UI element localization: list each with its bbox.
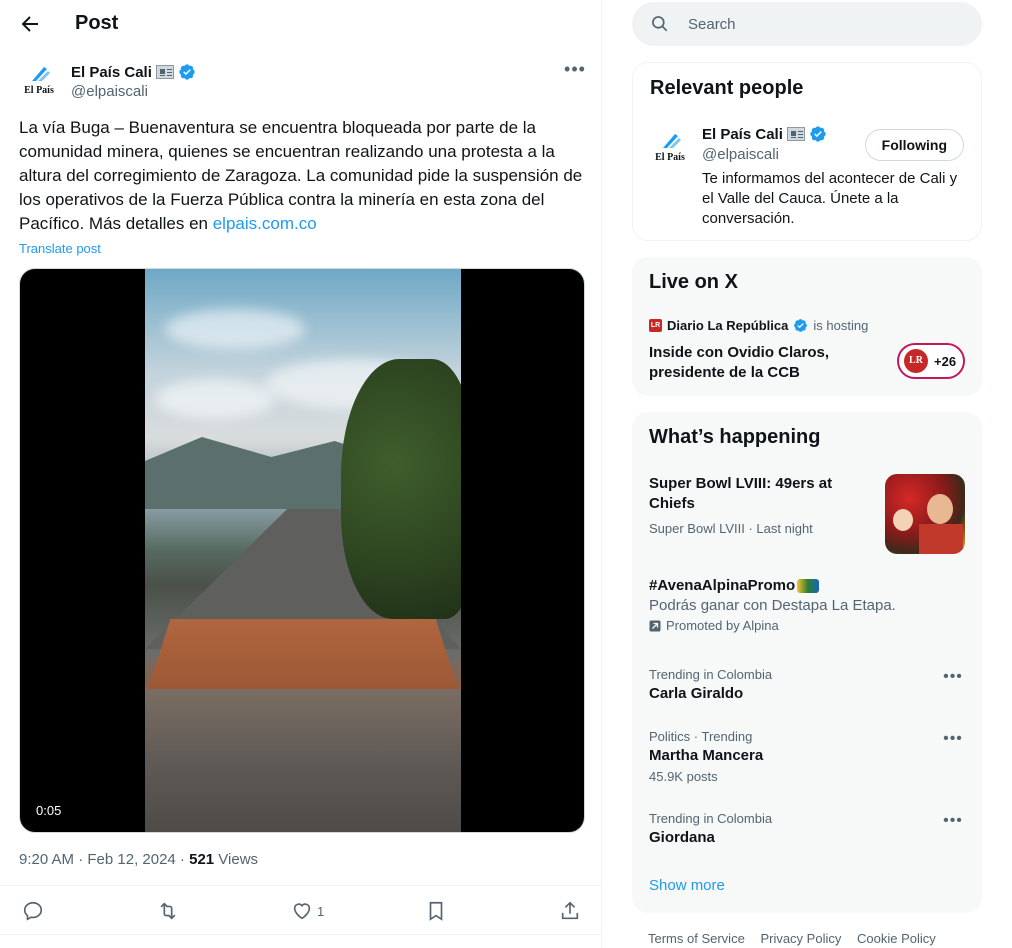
- author-name-row[interactable]: El País Cali: [71, 63, 196, 81]
- live-badge-logo: LR: [904, 349, 928, 373]
- video-player[interactable]: 0:05: [19, 268, 585, 833]
- trend-item[interactable]: Trending in Colombia Giordana: [649, 811, 965, 846]
- trend-context: Trending in Colombia: [649, 811, 773, 826]
- trend-more-icon[interactable]: •••: [941, 669, 965, 689]
- promo-trend[interactable]: #AvenaAlpinaPromo Podrás ganar con Desta…: [649, 577, 965, 633]
- whats-happening-card: What’s happening Super Bowl LVIII: 49ers…: [632, 412, 982, 913]
- trend-posts: 45.9K posts: [649, 769, 718, 784]
- post-timestamp[interactable]: 9:20 AM · Feb 12, 2024 ·: [19, 851, 189, 868]
- post-text: La vía Buga – Buenaventura se encuentra …: [19, 116, 589, 236]
- promo-emoji-icon: [797, 578, 820, 593]
- like-button[interactable]: 1: [291, 900, 324, 922]
- verified-badge-icon: [179, 64, 195, 80]
- page-title: Post: [75, 12, 119, 34]
- live-host-row[interactable]: LR Diario La República is hosting: [649, 318, 868, 333]
- trend-more-icon[interactable]: •••: [941, 731, 965, 751]
- reply-icon: [23, 901, 43, 921]
- reply-button[interactable]: [22, 900, 44, 922]
- trend-item[interactable]: Trending in Colombia Carla Giraldo: [649, 667, 965, 702]
- live-listeners-count: +26: [934, 353, 957, 369]
- logo-icon: [663, 133, 681, 148]
- promo-title: #AvenaAlpinaPromo: [649, 577, 796, 594]
- trend-name: Carla Giraldo: [649, 685, 744, 702]
- promoted-icon: [649, 620, 661, 631]
- search-icon: [652, 16, 668, 32]
- live-title: Live on X: [649, 271, 738, 293]
- avatar[interactable]: El País: [19, 60, 59, 100]
- relevant-people-title: Relevant people: [650, 77, 804, 99]
- sidebar-footer: Terms of Service Privacy Policy Cookie P…: [648, 931, 948, 946]
- search-bar[interactable]: [632, 2, 982, 46]
- promo-subtitle: Podrás ganar con Destapa La Etapa.: [649, 597, 896, 614]
- share-button[interactable]: [559, 900, 581, 922]
- repost-button[interactable]: [157, 900, 179, 922]
- newspaper-icon: [155, 65, 174, 79]
- featured-trend[interactable]: Super Bowl LVIII: 49ers at Chiefs Super …: [649, 474, 965, 554]
- post-link[interactable]: elpais.com.co: [213, 214, 317, 233]
- author-handle[interactable]: @elpaiscali: [71, 83, 148, 100]
- host-logo-icon: LR: [649, 319, 662, 332]
- relevant-name-row[interactable]: El País Cali: [702, 125, 827, 143]
- like-count: 1: [317, 903, 325, 919]
- author-name[interactable]: El País Cali: [71, 64, 152, 81]
- show-more-link[interactable]: Show more: [649, 877, 725, 894]
- back-arrow-icon[interactable]: [18, 12, 42, 36]
- privacy-link[interactable]: Privacy Policy: [760, 931, 841, 946]
- video-frame: [145, 269, 461, 832]
- terms-link[interactable]: Terms of Service: [648, 931, 745, 946]
- promo-title-row: #AvenaAlpinaPromo: [649, 577, 965, 594]
- video-timestamp: 0:05: [36, 803, 62, 818]
- post-meta: 9:20 AM · Feb 12, 2024 · 521 Views: [19, 851, 258, 868]
- relevant-avatar[interactable]: El País: [650, 127, 690, 167]
- more-options-icon[interactable]: •••: [561, 60, 589, 82]
- trend-more-icon[interactable]: •••: [941, 813, 965, 833]
- following-button[interactable]: Following: [864, 129, 964, 161]
- cookie-link[interactable]: Cookie Policy: [857, 931, 936, 946]
- trend-name: Martha Mancera: [649, 747, 764, 764]
- heart-icon: [293, 903, 311, 920]
- whats-happening-title: What’s happening: [649, 426, 821, 448]
- translate-post-link[interactable]: Translate post: [19, 241, 101, 256]
- relevant-people-card: Relevant people El País El País Cali @el…: [632, 62, 982, 241]
- search-input[interactable]: [688, 13, 958, 35]
- verified-badge-icon: [810, 126, 826, 142]
- post-header: Post: [0, 0, 601, 48]
- verified-badge-icon: [794, 319, 808, 332]
- trend-context: Politics · Trending: [649, 729, 753, 744]
- post-author: El País El País Cali @elpaiscali •••: [19, 60, 589, 104]
- avatar-text: El País: [24, 84, 54, 96]
- live-listeners-pill[interactable]: LR +26: [897, 343, 965, 379]
- main-column: Post El País El País Cali @elpaiscali ••…: [0, 0, 602, 948]
- live-card: Live on X LR Diario La República is host…: [632, 257, 982, 396]
- views-count: 521: [189, 851, 215, 868]
- live-host-name: Diario La República: [667, 318, 789, 333]
- bookmark-button[interactable]: [425, 900, 447, 922]
- views-label: Views: [214, 851, 259, 868]
- logo-icon: [32, 66, 50, 81]
- relevant-avatar-text: El País: [655, 151, 685, 163]
- post-actions: 1: [0, 885, 601, 935]
- live-topic[interactable]: Inside con Ovidio Claros, presidente de …: [649, 343, 869, 383]
- relevant-bio: Te informamos del acontecer de Cali y el…: [702, 170, 958, 227]
- featured-trend-title: Super Bowl LVIII: 49ers at Chiefs: [649, 475, 833, 512]
- relevant-handle[interactable]: @elpaiscali: [702, 146, 779, 163]
- promoted-row: Promoted by Alpina: [649, 618, 965, 633]
- live-hosting-label: is hosting: [813, 318, 869, 333]
- relevant-name[interactable]: El País Cali: [702, 126, 783, 143]
- trend-context: Trending in Colombia: [649, 667, 773, 682]
- trend-item[interactable]: Politics · Trending Martha Mancera 45.9K…: [649, 729, 965, 784]
- repost-icon: [160, 902, 176, 920]
- bookmark-icon: [429, 901, 443, 921]
- featured-trend-image: [885, 474, 965, 554]
- promoted-by: Promoted by Alpina: [666, 618, 779, 633]
- newspaper-icon: [786, 127, 805, 141]
- share-icon: [561, 901, 579, 920]
- trend-name: Giordana: [649, 829, 715, 846]
